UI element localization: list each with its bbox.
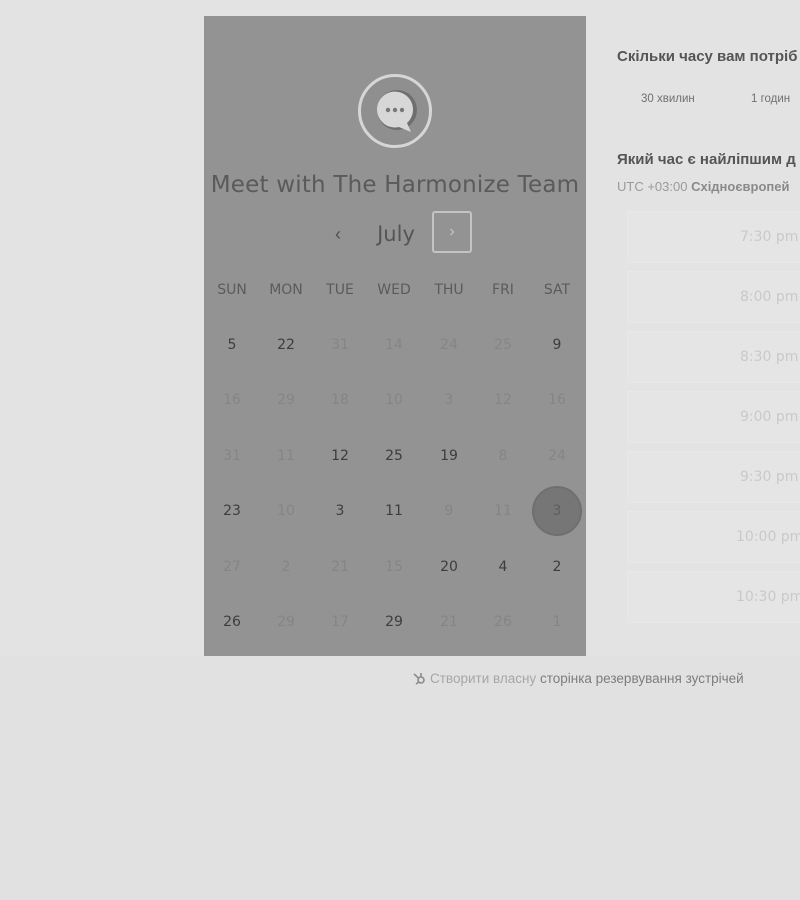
calendar-day: 27 [223,559,241,575]
time-slot[interactable]: 9:30 pm [627,451,800,503]
calendar-day[interactable]: 5 [208,321,256,369]
calendar-day: 10 [277,503,295,519]
hubspot-sprocket-icon [412,671,426,688]
calendar-day: 2 [281,559,291,575]
calendar-day[interactable]: 26 [208,598,256,646]
calendar-day[interactable]: 12 [316,432,364,480]
timezone-selector[interactable]: UTC +03:00 Східноєвропей [617,179,789,194]
time-slot-label: 9:00 pm [740,409,799,425]
calendar-day: 11 [494,503,512,519]
calendar-day: 21 [331,559,349,575]
timezone-offset: UTC +03:00 [617,179,688,194]
calendar-day[interactable]: 4 [479,543,527,591]
time-slot-label: 8:30 pm [740,349,799,365]
calendar-day: 29 [277,614,295,630]
calendar-day: 16 [548,392,566,408]
calendar-day[interactable]: 19 [425,432,473,480]
calendar-day: 14 [385,337,403,353]
chat-bubble-icon [358,74,432,148]
prev-month-button[interactable]: ‹ [324,220,352,248]
calendar-day: 21 [440,614,458,630]
weekday-sun: SUN [217,282,247,298]
calendar-day: 10 [385,392,403,408]
calendar-day: 16 [223,392,241,408]
month-label: July [377,222,415,246]
calendar-panel: Meet with The Harmonize Team ‹ July › SU… [204,16,586,656]
calendar-day: 15 [385,559,403,575]
calendar-day[interactable]: 3 [316,487,364,535]
time-slot[interactable]: 9:00 pm [627,391,800,443]
time-slot-label: 7:30 pm [740,229,799,245]
footer-prefix: Створити власну [430,671,537,686]
create-booking-page-link[interactable]: Створити власну сторінка резервування зу… [412,671,744,688]
calendar-day: 26 [494,614,512,630]
calendar-day: 24 [548,448,566,464]
calendar-day: 11 [277,448,295,464]
time-slot-label: 10:30 pm [736,589,800,605]
weekday-header: SUN MON TUE WED THU FRI SAT [204,282,586,302]
calendar-day: 9 [444,503,454,519]
calendar-day: 24 [440,337,458,353]
calendar-day: 17 [331,614,349,630]
duration-option-30min[interactable]: 30 хвилин [641,93,695,105]
calendar-day: 31 [223,448,241,464]
meeting-title: Meet with The Harmonize Team [210,172,580,198]
calendar-day: 18 [331,392,349,408]
time-slot[interactable]: 8:00 pm [627,271,800,323]
duration-question: Скільки часу вам потріб [617,48,798,65]
weekday-sat: SAT [543,282,571,298]
weekday-mon: MON [269,282,303,298]
calendar-day: 25 [494,337,512,353]
calendar-day[interactable]: 29 [370,598,418,646]
footer-link-text: сторінка резервування зустрічей [539,671,744,686]
weekday-fri: FRI [492,282,514,298]
duration-option-1hour[interactable]: 1 годин [751,93,790,105]
calendar-day[interactable]: 20 [425,543,473,591]
calendar-day: 29 [277,392,295,408]
weekday-tue: TUE [326,282,354,298]
calendar-day: 3 [444,392,454,408]
time-question: Який час є найліпшим д [617,151,796,168]
calendar-day: 12 [494,392,512,408]
calendar-day[interactable]: 22 [262,321,310,369]
time-slot-label: 10:00 pm [736,529,800,545]
time-slot-label: 8:00 pm [740,289,799,305]
time-slot[interactable]: 7:30 pm [627,211,800,263]
timezone-name: Східноєвропей [691,179,790,194]
calendar-day[interactable]: 9 [533,321,581,369]
weekday-wed: WED [377,282,411,298]
time-slot-label: 9:30 pm [740,469,799,485]
time-slot[interactable]: 10:00 pm [627,511,800,563]
weekday-thu: THU [434,282,464,298]
calendar-grid: 5 22 31 14 24 25 9 16 29 18 10 3 12 16 31 11 12 25 19 8 24 23… [204,316,586,656]
calendar-day-selected[interactable]: 3 [532,486,582,536]
calendar-day: 31 [331,337,349,353]
time-slot[interactable]: 10:30 pm [627,571,800,623]
calendar-day[interactable]: 23 [208,487,256,535]
next-month-button[interactable]: › [432,211,472,253]
calendar-day: 1 [552,614,562,630]
calendar-day[interactable]: 25 [370,432,418,480]
time-slot[interactable]: 8:30 pm [627,331,800,383]
calendar-day[interactable]: 11 [370,487,418,535]
calendar-day[interactable]: 2 [533,543,581,591]
calendar-day: 8 [498,448,508,464]
booking-options: Скільки часу вам потріб 30 хвилин 1 годи… [617,0,800,656]
